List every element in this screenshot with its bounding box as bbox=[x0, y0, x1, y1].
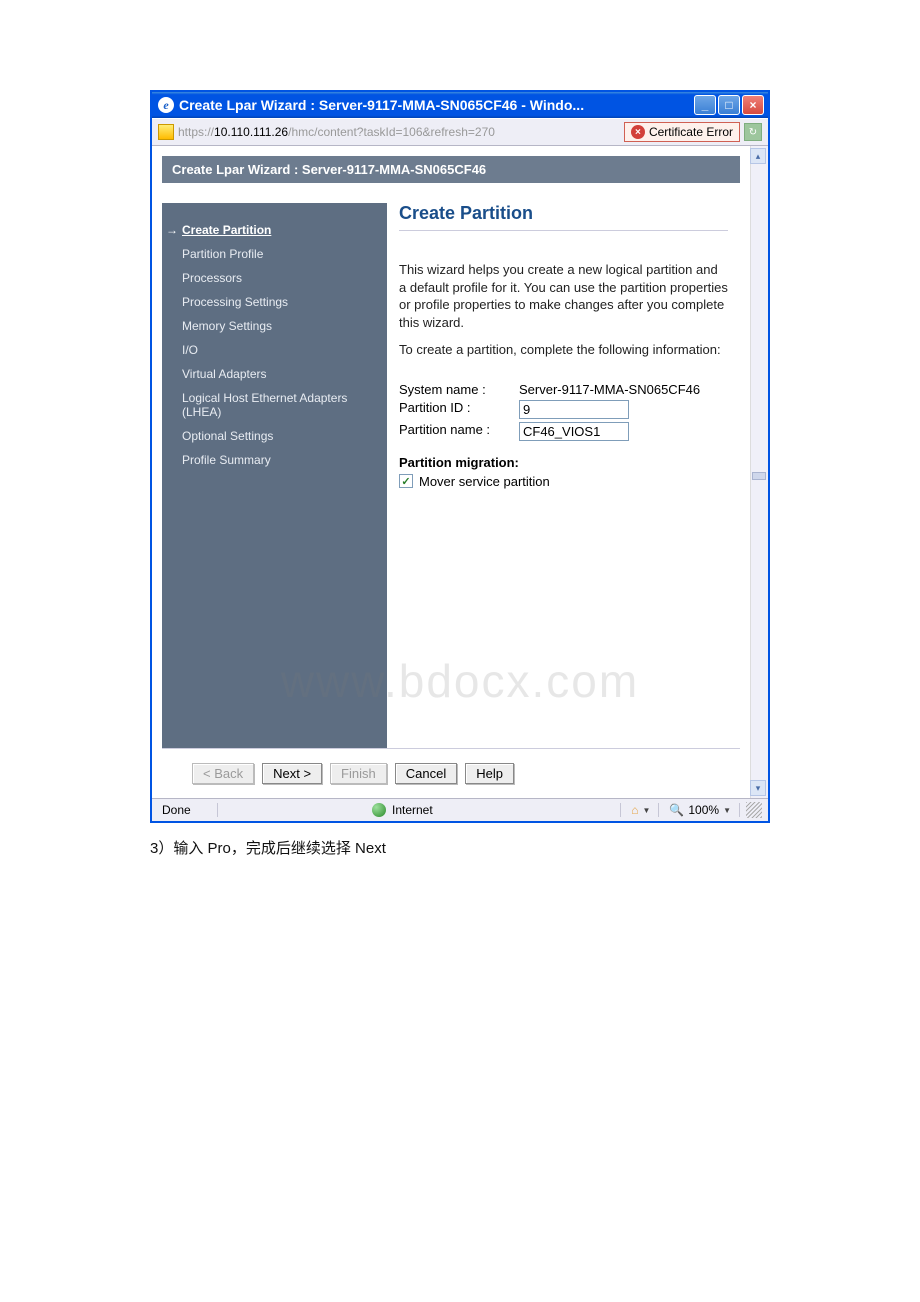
home-icon: ⌂ bbox=[631, 803, 638, 817]
wizard-nav: Create Partition Partition Profile Proce… bbox=[162, 203, 387, 748]
zoom-value: 100% bbox=[688, 803, 719, 817]
partition-id-label: Partition ID : bbox=[399, 400, 519, 415]
scroll-thumb[interactable] bbox=[752, 472, 766, 480]
maximize-button[interactable]: □ bbox=[718, 95, 740, 115]
url-suffix: /hmc/content?taskId=106&refresh=270 bbox=[288, 125, 495, 139]
next-button[interactable]: Next > bbox=[262, 763, 322, 784]
url-field[interactable]: https://10.110.111.26/hmc/content?taskId… bbox=[178, 125, 620, 139]
refresh-icon[interactable]: ↻ bbox=[744, 123, 762, 141]
nav-io[interactable]: I/O bbox=[168, 338, 381, 362]
nav-optional-settings[interactable]: Optional Settings bbox=[168, 424, 381, 448]
page-caption: 3）输入 Pro，完成后继续选择 Next bbox=[150, 837, 770, 858]
protected-mode-menu[interactable]: ⌂ ▼ bbox=[627, 803, 659, 817]
page-title: Create Partition bbox=[399, 203, 728, 231]
wizard-description-1: This wizard helps you create a new logic… bbox=[399, 261, 728, 331]
status-bar: Done Internet ⌂ ▼ 🔍 100% ▼ bbox=[152, 798, 768, 821]
system-name-label: System name : bbox=[399, 382, 519, 397]
browser-window: e Create Lpar Wizard : Server-9117-MMA-S… bbox=[150, 90, 770, 823]
nav-lhea[interactable]: Logical Host Ethernet Adapters (LHEA) bbox=[168, 386, 381, 424]
nav-virtual-adapters[interactable]: Virtual Adapters bbox=[168, 362, 381, 386]
wizard-buttons: < Back Next > Finish Cancel Help bbox=[162, 748, 740, 798]
resize-grip[interactable] bbox=[746, 802, 762, 818]
help-button[interactable]: Help bbox=[465, 763, 514, 784]
zoom-icon: 🔍 bbox=[669, 803, 684, 817]
mover-service-label: Mover service partition bbox=[419, 474, 550, 489]
cert-error-label: Certificate Error bbox=[649, 125, 733, 139]
url-ip: 10.110.111.26 bbox=[214, 125, 288, 139]
zoom-control[interactable]: 🔍 100% ▼ bbox=[665, 803, 740, 817]
nav-create-partition[interactable]: Create Partition bbox=[168, 211, 381, 242]
nav-partition-profile[interactable]: Partition Profile bbox=[168, 242, 381, 266]
cancel-button[interactable]: Cancel bbox=[395, 763, 457, 784]
wizard-main: Create Partition This wizard helps you c… bbox=[387, 203, 740, 748]
wizard-header: Create Lpar Wizard : Server-9117-MMA-SN0… bbox=[162, 156, 740, 183]
system-name-value: Server-9117-MMA-SN065CF46 bbox=[519, 382, 728, 397]
back-button[interactable]: < Back bbox=[192, 763, 254, 784]
nav-processing-settings[interactable]: Processing Settings bbox=[168, 290, 381, 314]
nav-profile-summary[interactable]: Profile Summary bbox=[168, 448, 381, 472]
window-titlebar: e Create Lpar Wizard : Server-9117-MMA-S… bbox=[152, 92, 768, 118]
minimize-button[interactable]: _ bbox=[694, 95, 716, 115]
close-button[interactable]: × bbox=[742, 95, 764, 115]
url-prefix: https:// bbox=[178, 125, 214, 139]
partition-name-input[interactable] bbox=[519, 422, 629, 441]
status-zone: Internet bbox=[368, 803, 621, 817]
page-icon bbox=[158, 124, 174, 140]
ie-icon: e bbox=[158, 97, 174, 113]
address-bar: https://10.110.111.26/hmc/content?taskId… bbox=[152, 118, 768, 146]
vertical-scrollbar[interactable]: ▴ ▾ bbox=[750, 146, 768, 798]
status-done: Done bbox=[158, 803, 218, 817]
scroll-down-button[interactable]: ▾ bbox=[750, 780, 766, 796]
content-area: ▴ ▾ Create Lpar Wizard : Server-9117-MMA… bbox=[152, 146, 768, 798]
mover-service-checkbox[interactable]: ✓ bbox=[399, 474, 413, 488]
scroll-up-button[interactable]: ▴ bbox=[750, 148, 766, 164]
finish-button[interactable]: Finish bbox=[330, 763, 387, 784]
internet-zone-icon bbox=[372, 803, 386, 817]
nav-memory-settings[interactable]: Memory Settings bbox=[168, 314, 381, 338]
window-title: Create Lpar Wizard : Server-9117-MMA-SN0… bbox=[179, 97, 694, 113]
wizard-description-2: To create a partition, complete the foll… bbox=[399, 341, 728, 359]
partition-id-input[interactable] bbox=[519, 400, 629, 419]
partition-migration-label: Partition migration: bbox=[399, 455, 728, 470]
shield-x-icon: × bbox=[631, 125, 645, 139]
partition-name-label: Partition name : bbox=[399, 422, 519, 437]
nav-processors[interactable]: Processors bbox=[168, 266, 381, 290]
certificate-error-badge[interactable]: × Certificate Error bbox=[624, 122, 740, 142]
zone-label: Internet bbox=[392, 803, 433, 817]
